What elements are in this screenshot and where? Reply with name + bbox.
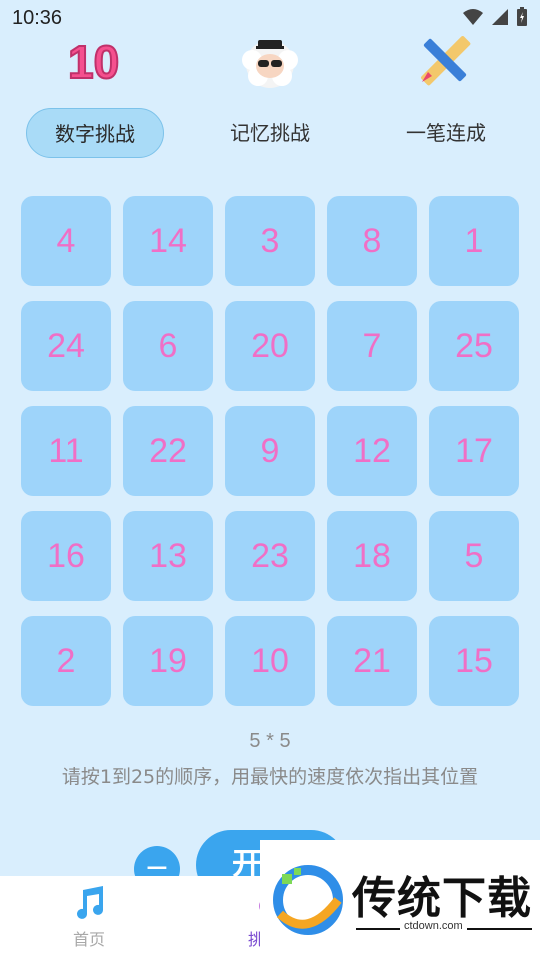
number-cell[interactable]: 5 [429, 511, 519, 601]
number-cell[interactable]: 14 [123, 196, 213, 286]
watermark-url: ctdown.com [400, 920, 467, 932]
number-cell[interactable]: 3 [225, 196, 315, 286]
number-cell[interactable]: 7 [327, 301, 417, 391]
sheep-avatar-icon[interactable] [238, 32, 298, 88]
music-note-icon [71, 886, 107, 924]
number-cell[interactable]: 11 [21, 406, 111, 496]
number-cell[interactable]: 23 [225, 511, 315, 601]
number-cell[interactable]: 18 [327, 511, 417, 601]
tab-bar: 数字挑战 记忆挑战 一笔连成 [0, 108, 540, 158]
number-cell[interactable]: 21 [327, 616, 417, 706]
number-cell[interactable]: 22 [123, 406, 213, 496]
number-10-icon[interactable]: 10 [66, 32, 126, 89]
watermark-logo-icon [268, 860, 348, 944]
number-cell[interactable]: 15 [429, 616, 519, 706]
status-icons [462, 7, 528, 31]
number-cell[interactable]: 24 [21, 301, 111, 391]
top-icons: 10 [0, 32, 540, 92]
tab-memory-challenge[interactable]: 记忆挑战 [200, 108, 340, 158]
nav-item-home[interactable]: 首页 [44, 884, 134, 950]
number-cell[interactable]: 8 [327, 196, 417, 286]
number-cell[interactable]: 2 [21, 616, 111, 706]
watermark-overlay: 传统下载 ctdown.com [260, 840, 540, 960]
wifi-icon [462, 8, 484, 30]
number-cell[interactable]: 10 [225, 616, 315, 706]
number-cell[interactable]: 19 [123, 616, 213, 706]
number-cell[interactable]: 13 [123, 511, 213, 601]
watermark-text: 传统下载 [352, 873, 532, 924]
number-cell[interactable]: 4 [21, 196, 111, 286]
battery-icon [516, 7, 528, 31]
number-cell[interactable]: 20 [225, 301, 315, 391]
status-time: 10:36 [12, 7, 63, 29]
signal-icon [490, 8, 510, 30]
number-cell[interactable]: 1 [429, 196, 519, 286]
svg-text:10: 10 [68, 36, 119, 88]
number-cell[interactable]: 12 [327, 406, 417, 496]
nav-label-home: 首页 [72, 930, 105, 949]
number-cell[interactable]: 9 [225, 406, 315, 496]
number-cell[interactable]: 25 [429, 301, 519, 391]
instruction-text: 请按1到25的顺序，用最快的速度依次指出其位置 [61, 766, 479, 788]
tab-number-challenge[interactable]: 数字挑战 [26, 108, 164, 158]
status-bar: 10:36 [0, 0, 540, 36]
number-cell[interactable]: 17 [429, 406, 519, 496]
pencil-ruler-icon[interactable] [416, 32, 476, 88]
grid-size-label: 5 * 5 [249, 730, 291, 752]
number-cell[interactable]: 6 [123, 301, 213, 391]
number-cell[interactable]: 16 [21, 511, 111, 601]
tab-one-stroke[interactable]: 一笔连成 [376, 108, 516, 158]
